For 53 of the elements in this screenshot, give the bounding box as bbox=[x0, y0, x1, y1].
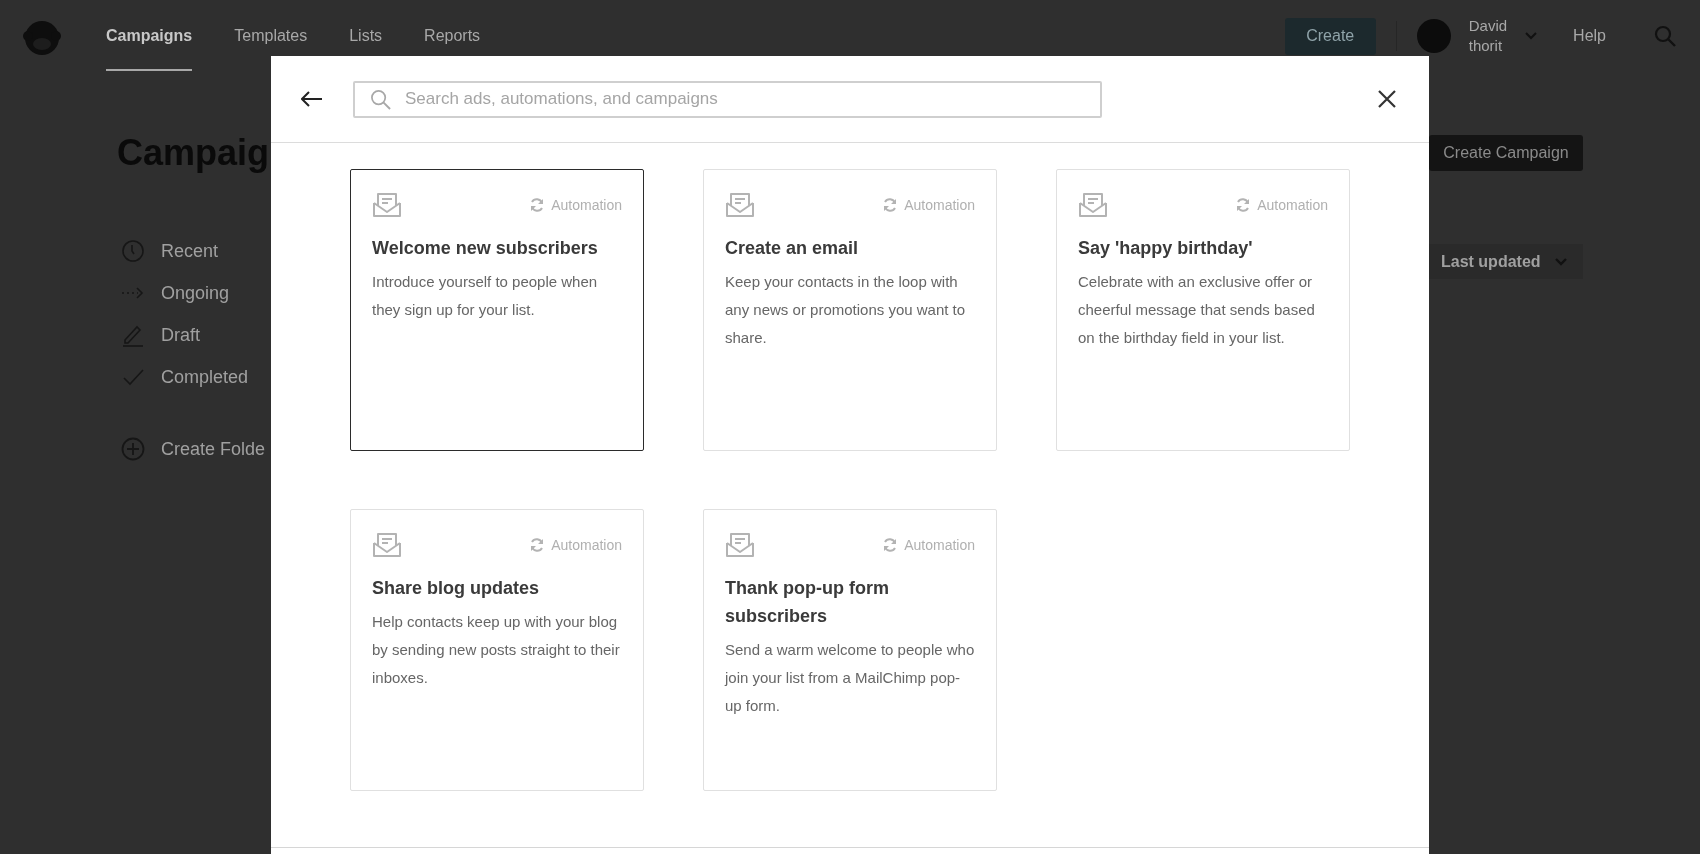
create-folder-link[interactable]: Create Folde bbox=[121, 428, 277, 470]
envelope-icon bbox=[1078, 191, 1108, 219]
card-title: Thank pop-up form subscribers bbox=[725, 577, 890, 628]
card-description: Introduce yourself to people when they sign up for your list. bbox=[372, 272, 599, 320]
user-last-name: thorit bbox=[1468, 36, 1504, 56]
refresh-icon bbox=[529, 537, 546, 553]
automation-card[interactable]: Automation Create an email Keep your contacts in the loop with any news or promotions you want to share. bbox=[703, 169, 997, 451]
close-icon[interactable] bbox=[1377, 89, 1397, 109]
card-title: Share blog updates bbox=[372, 577, 541, 600]
chevron-down-icon[interactable] bbox=[1525, 32, 1538, 40]
sidebar-item[interactable]: Recent bbox=[121, 230, 277, 272]
help-link[interactable]: Help bbox=[1573, 27, 1606, 45]
envelope-icon bbox=[372, 191, 402, 219]
automation-tag: Automation bbox=[904, 197, 975, 213]
refresh-icon bbox=[529, 197, 546, 213]
automation-tag: Automation bbox=[551, 197, 622, 213]
user-first-name: David bbox=[1468, 16, 1508, 36]
envelope-icon bbox=[725, 191, 755, 219]
sidebar-item[interactable]: Ongoing bbox=[121, 272, 277, 314]
refresh-icon bbox=[1235, 197, 1252, 213]
card-title: Welcome new subscribers bbox=[372, 237, 599, 260]
automation-card[interactable]: Automation Share blog updates Help contacts keep up with your blog by sending new posts straight to their inboxes. bbox=[350, 509, 644, 791]
search-field[interactable]: Search ads, automations, and campaigns bbox=[353, 80, 1102, 118]
pencil-icon bbox=[121, 323, 145, 347]
refresh-icon bbox=[882, 197, 899, 213]
card-title: Say 'happy birthday' bbox=[1078, 237, 1254, 260]
automation-tag: Automation bbox=[551, 537, 622, 553]
automation-card[interactable]: Automation Thank pop-up form subscribers Send a warm welcome to people who join your list from a MailChimp pop-up form. bbox=[703, 509, 997, 791]
create-campaign-button[interactable]: Create Campaign bbox=[1429, 135, 1583, 171]
automation-card[interactable]: Automation Welcome new subscribers Introduce yourself to people when they sign up for your list. bbox=[350, 169, 644, 451]
nav-tab[interactable]: Campaigns bbox=[106, 1, 193, 71]
sidebar-item[interactable]: Draft bbox=[121, 314, 277, 356]
sort-dropdown[interactable]: Last updated bbox=[1429, 244, 1583, 279]
card-description: Keep your contacts in the loop with any news or promotions you want to share. bbox=[725, 272, 967, 348]
sidebar-item[interactable]: Completed bbox=[121, 356, 277, 398]
card-title: Create an email bbox=[725, 237, 860, 260]
refresh-icon bbox=[882, 537, 899, 553]
create-button[interactable]: Create bbox=[1284, 17, 1376, 55]
chevron-down-icon bbox=[1554, 257, 1567, 266]
search-icon bbox=[370, 88, 391, 110]
clock-icon bbox=[121, 239, 145, 263]
back-arrow-icon[interactable] bbox=[301, 91, 323, 107]
plus-circle-icon bbox=[121, 437, 145, 461]
automation-tag: Automation bbox=[904, 537, 975, 553]
card-description: Help contacts keep up with your blog by sending new posts straight to their inboxes. bbox=[372, 612, 621, 688]
automation-card[interactable]: Automation Say 'happy birthday' Celebrate with an exclusive offer or cheerful message that sends based on the birthday field in your list. bbox=[1056, 169, 1350, 451]
avatar-icon[interactable] bbox=[1416, 19, 1451, 53]
envelope-icon bbox=[725, 531, 755, 559]
search-icon[interactable] bbox=[1654, 25, 1676, 47]
automation-tag: Automation bbox=[1257, 197, 1328, 213]
card-description: Celebrate with an exclusive offer or cheerful message that sends based on the birthday field in your list. bbox=[1078, 272, 1316, 348]
envelope-icon bbox=[372, 531, 402, 559]
card-description: Send a warm welcome to people who join your list from a MailChimp pop-up form. bbox=[725, 640, 975, 716]
